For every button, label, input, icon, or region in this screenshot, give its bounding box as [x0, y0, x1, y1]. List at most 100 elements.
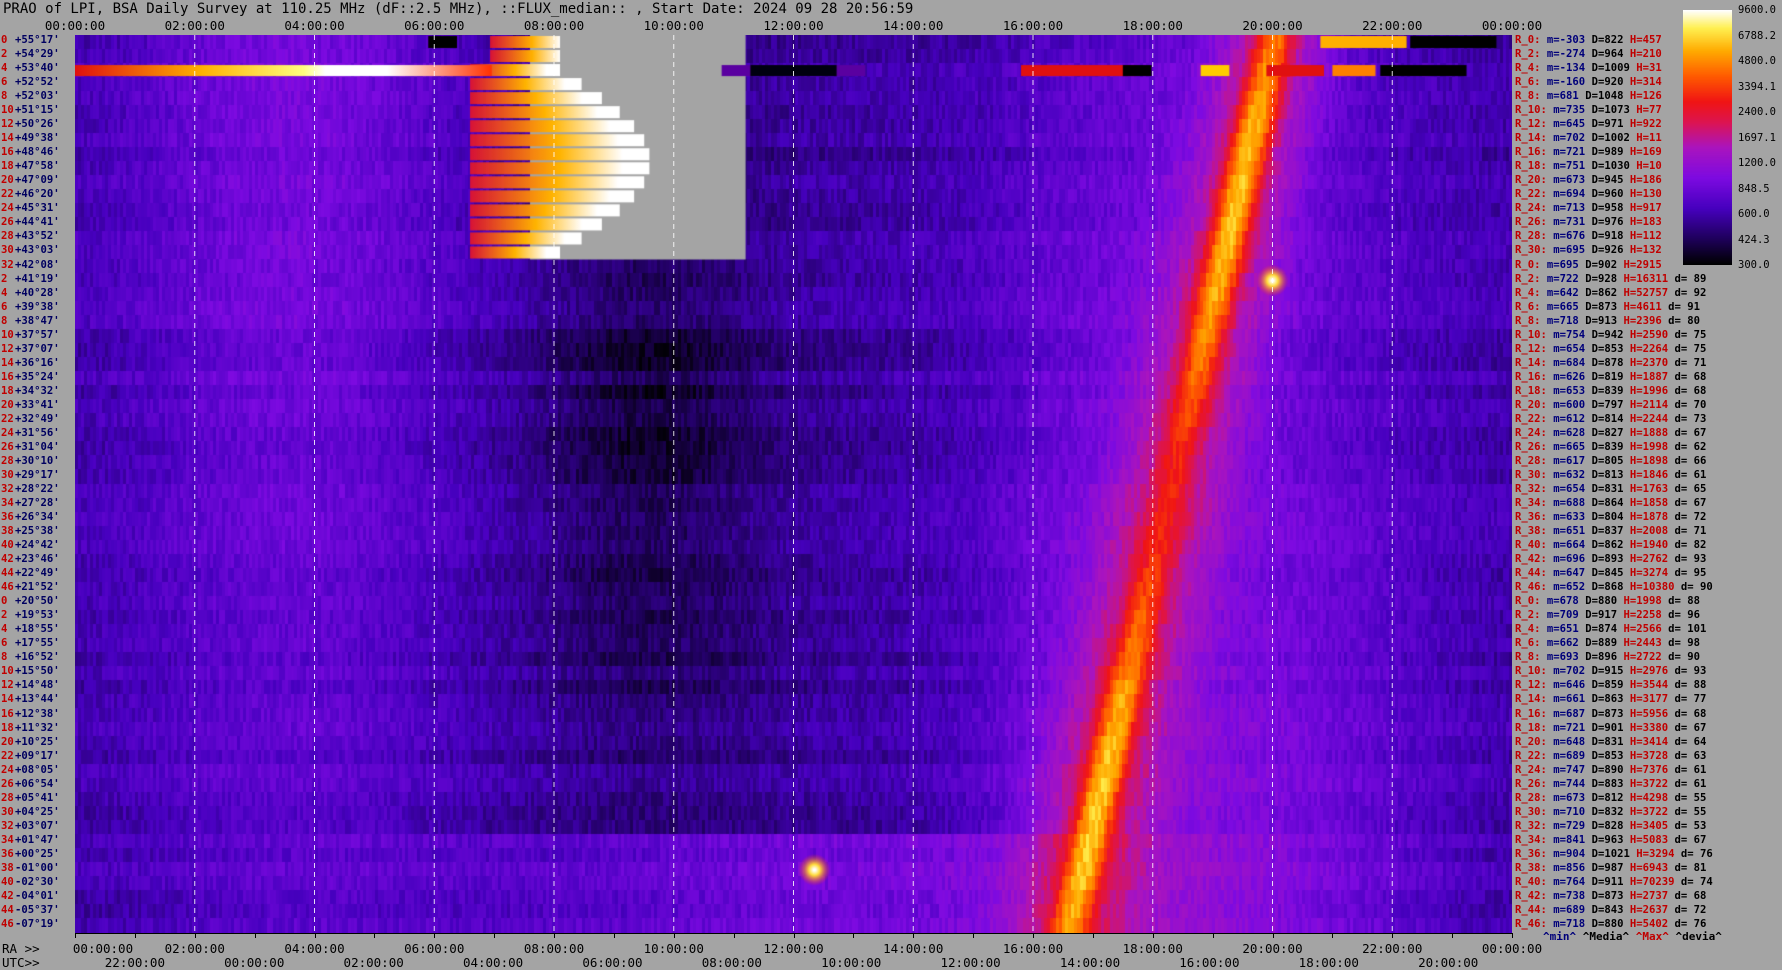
beam-declination: +41°19' [15, 272, 60, 285]
beam-declination: +25°38' [15, 525, 60, 538]
beam-stat-row: R_12: m=645 D=971 H=922 [1515, 118, 1668, 132]
stat-min: m=633 [1553, 511, 1586, 524]
beam-stat-row: R_6: m=-160 D=920 H=314 [1515, 76, 1668, 90]
beam-stat-row: R_10: m=754 D=942 H=2590 d= 75 [1515, 329, 1713, 343]
stat-max: H=917 [1629, 202, 1662, 215]
stat-min: m=744 [1553, 777, 1586, 790]
stat-devia: d= 64 [1674, 735, 1707, 748]
beam-number: 28 [1, 454, 14, 467]
beam-number: 16 [1, 146, 14, 159]
beam-label: 42+23°46' [1, 553, 73, 567]
stat-max: H=112 [1629, 230, 1662, 243]
heatmap-plot [75, 35, 1512, 933]
beam-declination: -04°01' [15, 889, 60, 902]
stat-beam: R_34: [1515, 497, 1547, 510]
bottom-tick-mark [75, 933, 76, 938]
stat-beam: R_18: [1515, 384, 1547, 397]
stat-min: m=642 [1546, 286, 1579, 299]
stat-median: D=814 [1591, 412, 1624, 425]
beam-stat-row: R_12: m=654 D=853 H=2264 d= 75 [1515, 343, 1713, 357]
stat-min: m=710 [1553, 805, 1586, 818]
beam-number: 38 [1, 525, 14, 538]
beam-number: 12 [1, 118, 14, 131]
beam-label: 10+51°15' [1, 104, 73, 118]
beam-declination: +23°46' [15, 553, 60, 566]
stat-median: D=963 [1591, 833, 1624, 846]
beam-stat-row: R_36: m=633 D=804 H=1878 d= 72 [1515, 511, 1713, 525]
stat-devia: d= 74 [1680, 875, 1713, 888]
beam-declination: +47°58' [15, 160, 60, 173]
top-tick-label: 16:00:00 [1002, 18, 1064, 33]
stat-devia: d= 88 [1674, 679, 1707, 692]
stat-devia: d= 76 [1674, 917, 1707, 930]
beam-label: 28+05°41' [1, 792, 73, 806]
beam-number: 12 [1, 679, 14, 692]
stat-min: m=684 [1553, 356, 1586, 369]
colorbar-tick: 300.0 [1738, 259, 1770, 271]
stat-beam: R_22: [1515, 188, 1547, 201]
top-tick-label: 20:00:00 [1242, 18, 1303, 33]
beam-number: 30 [1, 805, 14, 818]
bottom-tick-mark [1033, 933, 1034, 938]
stat-devia: d= 53 [1674, 819, 1707, 832]
beam-declination: -05°37' [15, 903, 60, 916]
beam-number: 18 [1, 721, 14, 734]
beam-number: 24 [1, 426, 14, 439]
stat-max: H=3722 [1629, 805, 1669, 818]
stat-beam: R_28: [1515, 230, 1547, 243]
color-bar [1683, 10, 1732, 265]
stat-devia: d= 67 [1674, 497, 1707, 510]
beam-stat-row: R_0: m=695 D=902 H=2915 [1515, 259, 1668, 273]
beam-number: 4 [1, 623, 8, 636]
stat-beam: R_8: [1515, 314, 1541, 327]
beam-declination: +34°32' [15, 384, 60, 397]
stat-beam: R_8: [1515, 651, 1541, 664]
stat-min: m=-160 [1546, 76, 1586, 89]
beam-declination: +28°22' [15, 483, 60, 495]
beam-number: 2 [1, 272, 8, 285]
beam-number: 0 [1, 595, 8, 608]
bottom-tick-mark [1152, 933, 1154, 938]
beam-declination: +29°17' [15, 468, 60, 481]
stat-devia: d= 98 [1668, 637, 1701, 650]
stat-median: D=831 [1591, 735, 1624, 748]
stat-median: D=863 [1591, 693, 1624, 706]
stat-devia: d= 67 [1674, 721, 1707, 734]
beam-stat-row: R_24: m=628 D=827 H=1888 d= 67 [1515, 427, 1713, 441]
top-tick-label: 04:00:00 [284, 18, 345, 33]
stat-beam: R_46: [1515, 917, 1547, 930]
beam-label: 16+48°46' [1, 146, 73, 160]
beam-number: 32 [1, 819, 14, 832]
stat-max: H=1898 [1629, 454, 1669, 467]
bottom-tick-mark [374, 933, 376, 938]
bottom-tick-mark [973, 933, 975, 938]
beam-declination: +31°04' [15, 440, 60, 453]
beam-label: 18+47°58' [1, 160, 73, 174]
ra-tick-label: 12:00:00 [763, 941, 824, 956]
stat-min: m=651 [1553, 525, 1586, 538]
beam-stat-row: R_44: m=647 D=845 H=3274 d= 95 [1515, 567, 1713, 581]
beam-declination: +39°38' [15, 300, 60, 313]
beam-declination: +00°25' [15, 847, 60, 860]
stat-median: D=797 [1591, 398, 1624, 411]
beam-label: 6 +17°55' [1, 637, 73, 651]
bottom-tick-mark [134, 933, 136, 938]
stat-median: D=880 [1591, 917, 1624, 930]
stat-devia: d= 92 [1674, 286, 1707, 299]
stat-median: D=1048 [1585, 90, 1624, 103]
beam-number: 6 [1, 637, 8, 650]
stat-median: D=832 [1591, 805, 1624, 818]
stat-min: m=653 [1553, 384, 1586, 397]
beam-stat-row: R_34: m=688 D=864 H=1858 d= 67 [1515, 497, 1713, 511]
ra-axis-prefix: RA >> [2, 941, 40, 956]
stat-beam: R_4: [1515, 286, 1541, 299]
stat-min: m=689 [1553, 903, 1586, 916]
stat-max: H=6943 [1629, 861, 1669, 874]
stat-devia: d= 101 [1668, 623, 1707, 636]
stat-beam: R_26: [1515, 440, 1547, 453]
top-tick-label: 02:00:00 [164, 18, 225, 33]
stat-min: m=751 [1553, 160, 1586, 173]
stat-max: H=1940 [1629, 539, 1669, 552]
top-tick-label: 22:00:00 [1362, 18, 1423, 33]
stat-beam: R_14: [1515, 693, 1547, 706]
